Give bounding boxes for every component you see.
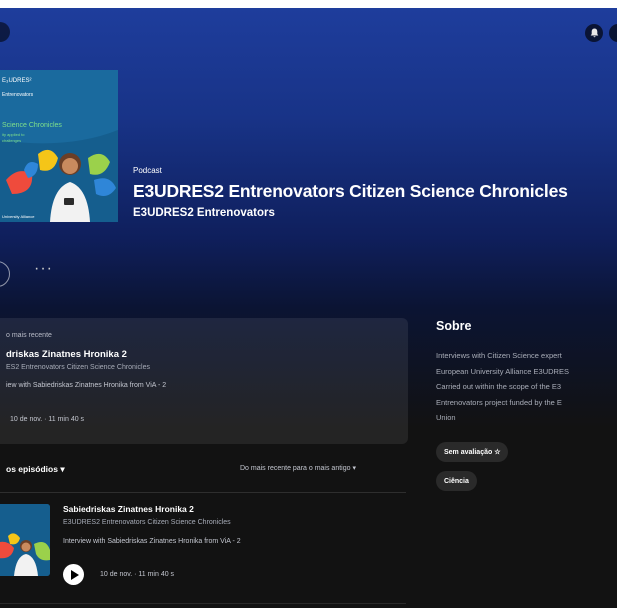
episode-show: E3UDRES2 Entrenovators Citizen Science C… xyxy=(63,519,231,526)
about-heading: Sobre xyxy=(436,319,472,333)
top-bar xyxy=(0,8,617,58)
rating-button[interactable]: Sem avaliação ☆ xyxy=(436,442,509,462)
back-button[interactable] xyxy=(0,22,10,42)
podcast-author[interactable]: E3UDRES2 Entrenovators xyxy=(133,207,275,219)
episode-description: Interview with Sabiedriskas Zinatnes Hro… xyxy=(63,538,241,545)
bell-icon[interactable] xyxy=(585,24,603,42)
divider xyxy=(0,603,406,604)
episode-meta: 10 de nov. · 11 min 40 s xyxy=(100,571,175,578)
episode-thumbnail xyxy=(0,504,50,576)
svg-text:ity applied to: ity applied to xyxy=(2,132,25,137)
play-button[interactable] xyxy=(63,564,84,585)
svg-text:E₃UDRES²: E₃UDRES² xyxy=(2,78,31,84)
play-icon xyxy=(70,569,79,580)
latest-episode-description: iew with Sabiedriskas Zinatnes Hronika f… xyxy=(6,382,167,389)
svg-text:challenges: challenges xyxy=(2,138,21,143)
latest-episode-meta: 10 de nov. · 11 min 40 s xyxy=(10,416,85,423)
latest-episode-card[interactable] xyxy=(0,318,408,444)
follow-button[interactable] xyxy=(0,261,10,287)
episode-title[interactable]: Sabiedriskas Zinatnes Hronika 2 xyxy=(63,504,194,514)
user-icon[interactable] xyxy=(609,24,617,42)
latest-episode-show: ES2 Entrenovators Citizen Science Chroni… xyxy=(6,364,150,371)
more-options-button[interactable]: ··· xyxy=(34,260,53,278)
episodes-filter[interactable]: os episódios ▾ xyxy=(6,464,65,475)
content-type-label: Podcast xyxy=(133,166,162,175)
podcast-cover-art: E₃UDRES² Entrenovators Science Chronicle… xyxy=(0,70,118,222)
svg-text:Science Chronicles: Science Chronicles xyxy=(2,122,62,129)
latest-episode-label: o mais recente xyxy=(6,332,52,339)
sort-dropdown[interactable]: Do mais recente para o mais antigo ▾ xyxy=(240,464,356,472)
podcast-page: E₃UDRES² Entrenovators Science Chronicle… xyxy=(0,8,617,608)
divider xyxy=(0,492,406,493)
latest-episode-title[interactable]: driskas Zinatnes Hronika 2 xyxy=(6,349,127,360)
about-description: Interviews with Citizen Science expert E… xyxy=(436,351,569,422)
svg-text:University Alliance: University Alliance xyxy=(2,214,35,219)
category-tag[interactable]: Ciência xyxy=(436,471,477,491)
svg-text:Entrenovators: Entrenovators xyxy=(2,92,34,98)
podcast-title: E3UDRES2 Entrenovators Citizen Science C… xyxy=(133,181,568,201)
